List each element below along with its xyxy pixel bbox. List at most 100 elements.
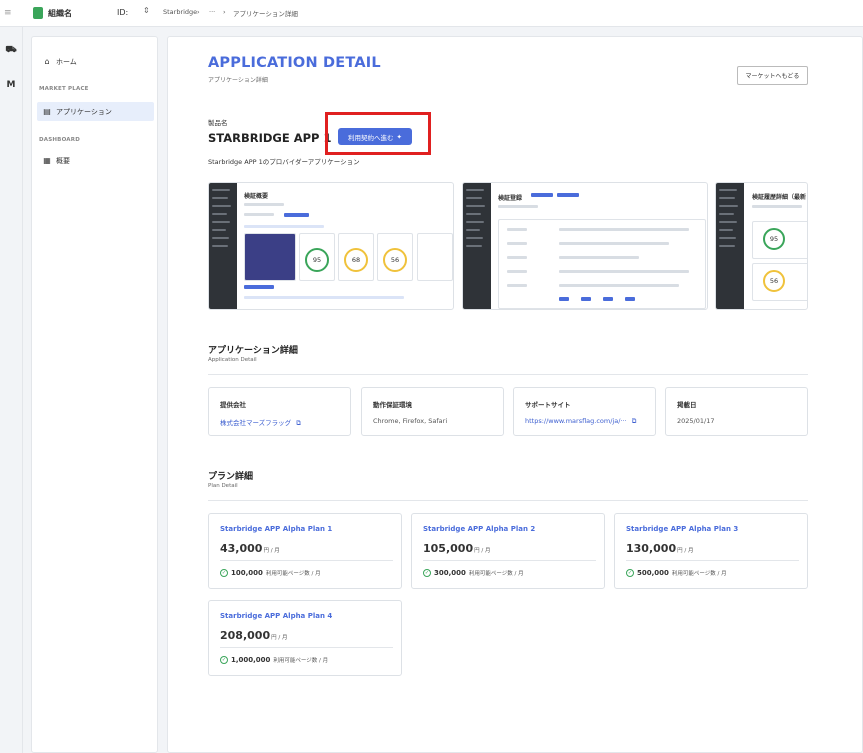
screenshot-sidebar [463, 183, 491, 309]
org-logo-icon [33, 7, 43, 19]
plan-name: Starbridge APP Alpha Plan 2 [423, 525, 536, 533]
info-card-label: 動作保証環境 [373, 401, 412, 409]
sidebar-item-application[interactable]: ▤ アプリケーション [37, 102, 154, 121]
plan-price: 105,000円 / 月 [423, 542, 490, 555]
marsflag-m-icon[interactable]: M [4, 80, 18, 90]
detail-section-title: アプリケーション詳細 [208, 346, 298, 356]
screenshot-title: 検証登録 [498, 195, 523, 202]
pages-value: 300,000 [434, 569, 466, 577]
screenshot-3[interactable]: 検証履歴詳細（最新 95 56 [715, 182, 808, 310]
score-gauge: 95 [305, 248, 329, 272]
org-name[interactable]: 組織名 [48, 8, 72, 19]
plan-card[interactable]: Starbridge APP Alpha Plan 4 208,000円 / 月… [208, 600, 402, 676]
screenshot-1[interactable]: 検証概要 95 68 56 [208, 182, 454, 310]
plan-name: Starbridge APP Alpha Plan 1 [220, 525, 333, 533]
support-link[interactable]: https://www.marsflag.com/ja/··· ⧉ [525, 417, 636, 426]
breadcrumb-starbridge[interactable]: Starbridge [163, 8, 197, 16]
product-description: Starbridge APP 1のプロバイダーアプリケーション [208, 158, 360, 166]
plan-section-subtitle: Plan Detail [208, 483, 238, 489]
plan-name: Starbridge APP Alpha Plan 4 [220, 612, 333, 620]
page-title: APPLICATION DETAIL [208, 55, 381, 71]
price-value: 43,000 [220, 542, 263, 555]
car-icon[interactable]: ⛟ [4, 45, 18, 55]
plan-pages: ✓ 300,000 利用可能ページ数 / 月 [423, 569, 524, 577]
sidebar: ⌂ ホーム MARKET PLACE ▤ アプリケーション DASHBOARD … [31, 36, 158, 753]
breadcrumb-current: アプリケーション詳細 [233, 10, 298, 18]
id-label: ID: [117, 8, 129, 17]
score-gauge: 95 [763, 228, 785, 250]
detail-section-subtitle: Application Detail [208, 357, 257, 363]
back-to-market-button[interactable]: マーケットへもどる [737, 66, 808, 85]
info-card-published: 掲載日 2025/01/17 [665, 387, 808, 436]
highlight-box [325, 112, 431, 155]
menu-toggle-icon[interactable]: ≡ [4, 8, 12, 18]
plan-card[interactable]: Starbridge APP Alpha Plan 1 43,000円 / 月 … [208, 513, 402, 589]
screenshot-title: 検証概要 [244, 193, 269, 200]
score-gauge: 56 [383, 248, 407, 272]
main-panel: APPLICATION DETAIL アプリケーション詳細 マーケットへもどる … [167, 36, 863, 753]
home-icon: ⌂ [44, 57, 50, 66]
screenshot-title: 検証履歴詳細（最新 [752, 194, 807, 201]
store-icon: ▤ [43, 107, 51, 116]
price-value: 208,000 [220, 629, 271, 642]
check-circle-icon: ✓ [626, 569, 634, 577]
external-link-icon: ⧉ [631, 417, 637, 425]
price-value: 105,000 [423, 542, 474, 555]
product-name: STARBRIDGE APP 1 [208, 131, 332, 145]
info-card-value: Chrome, Firefox, Safari [373, 417, 448, 425]
sidebar-item-label: アプリケーション [56, 107, 112, 116]
pages-value: 100,000 [231, 569, 263, 577]
plan-divider [220, 647, 393, 648]
plan-divider [423, 560, 596, 561]
price-unit: 円 / 月 [474, 548, 491, 554]
page-subtitle: アプリケーション詳細 [208, 77, 268, 84]
screenshot-2[interactable]: 検証登録 [462, 182, 708, 310]
plan-price: 130,000円 / 月 [626, 542, 693, 555]
plan-card[interactable]: Starbridge APP Alpha Plan 2 105,000円 / 月… [411, 513, 605, 589]
plan-pages: ✓ 500,000 利用可能ページ数 / 月 [626, 569, 727, 577]
pages-unit: 利用可能ページ数 / 月 [265, 571, 321, 577]
id-selector-icon[interactable]: ⇕ [143, 6, 150, 15]
external-link-icon: ⧉ [296, 419, 301, 427]
info-card-label: 提供会社 [220, 401, 246, 409]
screenshot-sidebar [209, 183, 237, 309]
pages-value: 1,000,000 [231, 656, 271, 664]
pages-unit: 利用可能ページ数 / 月 [468, 571, 524, 577]
plan-name: Starbridge APP Alpha Plan 3 [626, 525, 739, 533]
dashboard-icon: ▦ [43, 156, 51, 165]
product-label: 製品名 [208, 119, 228, 127]
price-unit: 円 / 月 [677, 548, 694, 554]
check-circle-icon: ✓ [220, 656, 228, 664]
breadcrumb-separator: › [223, 8, 226, 16]
sidebar-item-label: 概要 [56, 156, 70, 165]
price-unit: 円 / 月 [263, 548, 280, 554]
section-dashboard: DASHBOARD [39, 137, 80, 143]
pages-unit: 利用可能ページ数 / 月 [671, 571, 727, 577]
provider-link[interactable]: 株式会社マーズフラッグ ⧉ [220, 417, 301, 428]
screenshot-thumbnail [244, 233, 296, 281]
plan-pages: ✓ 100,000 利用可能ページ数 / 月 [220, 569, 321, 577]
plan-price: 43,000円 / 月 [220, 542, 280, 555]
info-card-value: 2025/01/17 [677, 417, 715, 425]
top-bar: ≡ 組織名 ID: ⇕ Starbridge › ··· › アプリケーション詳… [0, 0, 863, 27]
price-value: 130,000 [626, 542, 677, 555]
info-card-label: サポートサイト [525, 401, 571, 409]
pages-value: 500,000 [637, 569, 669, 577]
section-divider [208, 500, 808, 501]
app-rail: ⛟ M [0, 27, 23, 753]
sidebar-item-overview[interactable]: ▦ 概要 [37, 151, 154, 170]
sidebar-item-home[interactable]: ⌂ ホーム [37, 52, 154, 71]
plan-divider [220, 560, 393, 561]
plan-card[interactable]: Starbridge APP Alpha Plan 3 130,000円 / 月… [614, 513, 808, 589]
info-card-label: 掲載日 [677, 401, 697, 409]
info-card-value: 株式会社マーズフラッグ [220, 419, 292, 427]
info-card-environment: 動作保証環境 Chrome, Firefox, Safari [361, 387, 504, 436]
screenshot-sidebar [716, 183, 744, 309]
plan-section-title: プラン詳細 [208, 472, 254, 482]
breadcrumb-ellipsis[interactable]: ··· [209, 8, 215, 16]
info-card-value: https://www.marsflag.com/ja/··· [525, 417, 627, 425]
breadcrumb-separator: › [197, 8, 200, 16]
price-unit: 円 / 月 [271, 635, 288, 641]
score-gauge: 68 [344, 248, 368, 272]
info-card-provider: 提供会社 株式会社マーズフラッグ ⧉ [208, 387, 351, 436]
